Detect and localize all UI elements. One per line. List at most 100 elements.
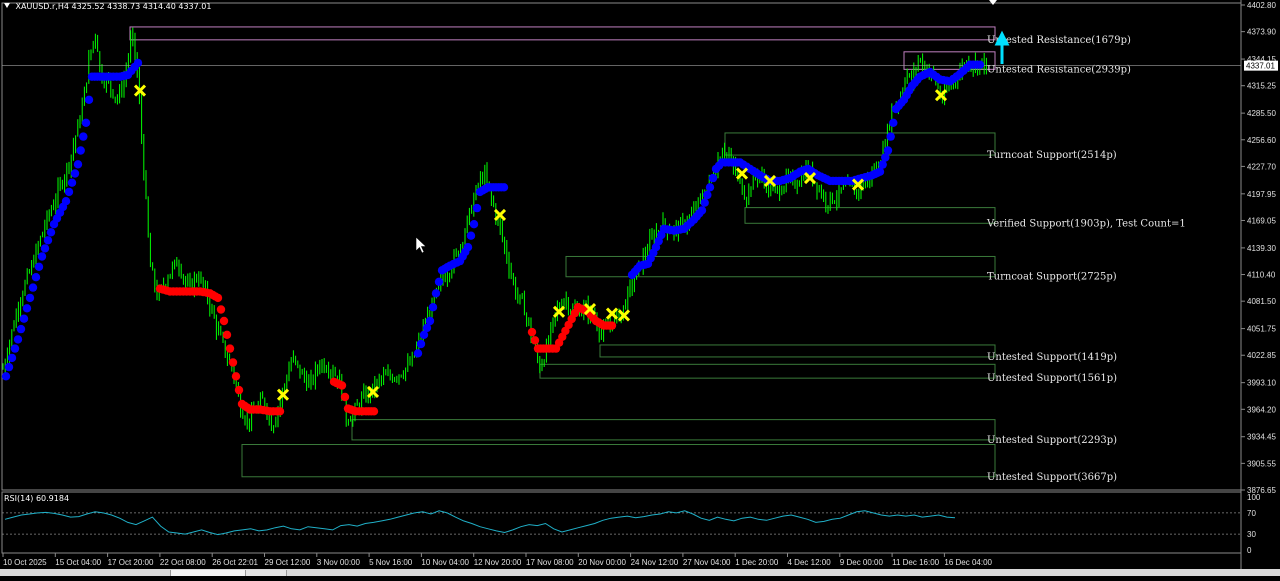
signal-dot [700, 198, 709, 207]
rsi-tick-label: 30 [1247, 530, 1256, 539]
price-tick-label: 4285.50 [1247, 109, 1276, 118]
signal-dot [369, 407, 379, 416]
price-tick-label: 4022.85 [1247, 351, 1276, 360]
signal-dot [61, 197, 71, 206]
signal-dot [530, 336, 540, 345]
signal-dot [275, 407, 285, 416]
price-tick-label: 4315.25 [1247, 82, 1276, 91]
signal-dot [228, 358, 238, 367]
signal-dot [31, 273, 41, 282]
signal-dot [463, 243, 473, 252]
chart-tab-active[interactable] [170, 570, 246, 576]
price-tick-label: 4373.90 [1247, 28, 1276, 37]
signal-dot [607, 321, 617, 330]
signal-dot [219, 316, 229, 326]
symbol-label: XAUUSD.r,H4 [15, 2, 69, 11]
time-tick-label: 24 Nov 12:00 [631, 558, 679, 567]
time-tick-label: 27 Nov 04:00 [683, 558, 731, 567]
signal-dot [73, 160, 83, 169]
zone-label: Verified Support(1903p), Test Count=1 [986, 218, 1186, 229]
signal-dot [67, 178, 77, 187]
signal-dot [466, 231, 476, 240]
price-tick-label: 3993.10 [1247, 379, 1276, 388]
price-tick-label: 4081.50 [1247, 297, 1276, 306]
signal-dot [499, 183, 509, 192]
chart-tab[interactable] [246, 570, 287, 576]
signal-dot [70, 169, 80, 178]
signal-dot [81, 118, 91, 128]
time-tick-label: 15 Oct 04:00 [55, 558, 101, 567]
time-tick-label: 12 Nov 20:00 [474, 558, 522, 567]
time-tick-label: 9 Dec 00:00 [840, 558, 884, 567]
symbol-header: XAUUSD.r,H4 4325.52 4338.73 4314.40 4337… [4, 2, 211, 11]
price-tick-label: 4227.70 [1247, 162, 1276, 171]
signal-dot [46, 228, 56, 237]
zone-label: Untested Support(1419p) [987, 352, 1117, 363]
signal-dot [337, 381, 347, 390]
price-tick-label: 3934.45 [1247, 433, 1276, 442]
signal-dot [64, 187, 74, 197]
time-tick-label: 16 Dec 04:00 [944, 558, 992, 567]
zone-label: Untested Support(3667p) [987, 472, 1117, 483]
signal-dot [79, 132, 88, 141]
signal-dot [469, 220, 479, 229]
time-tick-label: 1 Dec 20:00 [735, 558, 779, 567]
signal-dot [428, 303, 438, 312]
signal-dot [975, 60, 985, 69]
time-tick-label: 10 Nov 04:00 [421, 558, 469, 567]
signal-dot [705, 183, 715, 192]
rsi-tick-label: 70 [1247, 509, 1256, 518]
time-tick-label: 10 Oct 2025 [3, 558, 47, 567]
price-tick-label: 3964.20 [1247, 405, 1276, 414]
signal-dot [213, 293, 223, 303]
signal-dot [43, 236, 53, 245]
signal-dot [4, 362, 14, 372]
signal-dot [889, 118, 898, 128]
price-tick-label: 4139.30 [1247, 244, 1276, 253]
price-tick-label: 3905.55 [1247, 459, 1276, 468]
signal-dot [10, 344, 20, 353]
signal-dot [28, 283, 38, 292]
time-tick-label: 17 Oct 20:00 [108, 558, 154, 567]
ohlc-values: 4325.52 4338.73 4314.40 4337.01 [71, 2, 212, 11]
time-tick-label: 4 Dec 12:00 [788, 558, 832, 567]
signal-dot [425, 316, 435, 326]
signal-dot [472, 203, 482, 213]
signal-dot [234, 385, 244, 395]
time-tick-label: 11 Dec 16:00 [892, 558, 940, 567]
signal-dot [25, 293, 35, 303]
dropdown-triangle-icon[interactable] [4, 3, 10, 8]
signal-dot [413, 349, 423, 358]
time-tick-label: 29 Oct 12:00 [265, 558, 311, 567]
signal-dot [225, 344, 235, 353]
signal-dot [40, 244, 50, 253]
zone-label: Untested Resistance(2939p) [987, 64, 1131, 75]
signal-dot [708, 173, 718, 183]
signal-dot [7, 353, 17, 363]
zone-label: Turncoat Support(2514p) [987, 150, 1117, 161]
price-tick-label: 4197.95 [1247, 190, 1276, 199]
signal-dot [19, 314, 29, 323]
signal-dot [76, 146, 85, 155]
time-tick-label: 17 Nov 08:00 [526, 558, 574, 567]
rsi-tick-label: 100 [1247, 493, 1261, 502]
rsi-tick-label: 0 [1247, 546, 1252, 555]
signal-dot [231, 372, 241, 381]
chart-window[interactable]: Untested Resistance(1679p) Untested Resis… [0, 0, 1280, 576]
signal-dot [13, 335, 23, 344]
signal-dot [431, 289, 441, 298]
signal-dot [697, 206, 707, 215]
time-tick-label: 20 Nov 00:00 [578, 558, 626, 567]
signal-dot [16, 324, 26, 334]
price-tick-label: 4169.05 [1247, 216, 1276, 225]
price-tick-label: 4256.60 [1247, 136, 1276, 145]
rsi-header: RSI(14) 60.9184 [4, 494, 70, 503]
signal-dot [886, 132, 895, 141]
time-tick-label: 5 Nov 16:00 [369, 558, 413, 567]
time-tick-label: 26 Oct 22:01 [212, 558, 258, 567]
signal-dot [883, 146, 893, 155]
zone-label: Untested Support(1561p) [987, 373, 1117, 384]
signal-dot [84, 95, 94, 105]
chart-svg[interactable]: Untested Resistance(1679p)Untested Resis… [0, 0, 1280, 576]
signal-dot [434, 277, 444, 286]
